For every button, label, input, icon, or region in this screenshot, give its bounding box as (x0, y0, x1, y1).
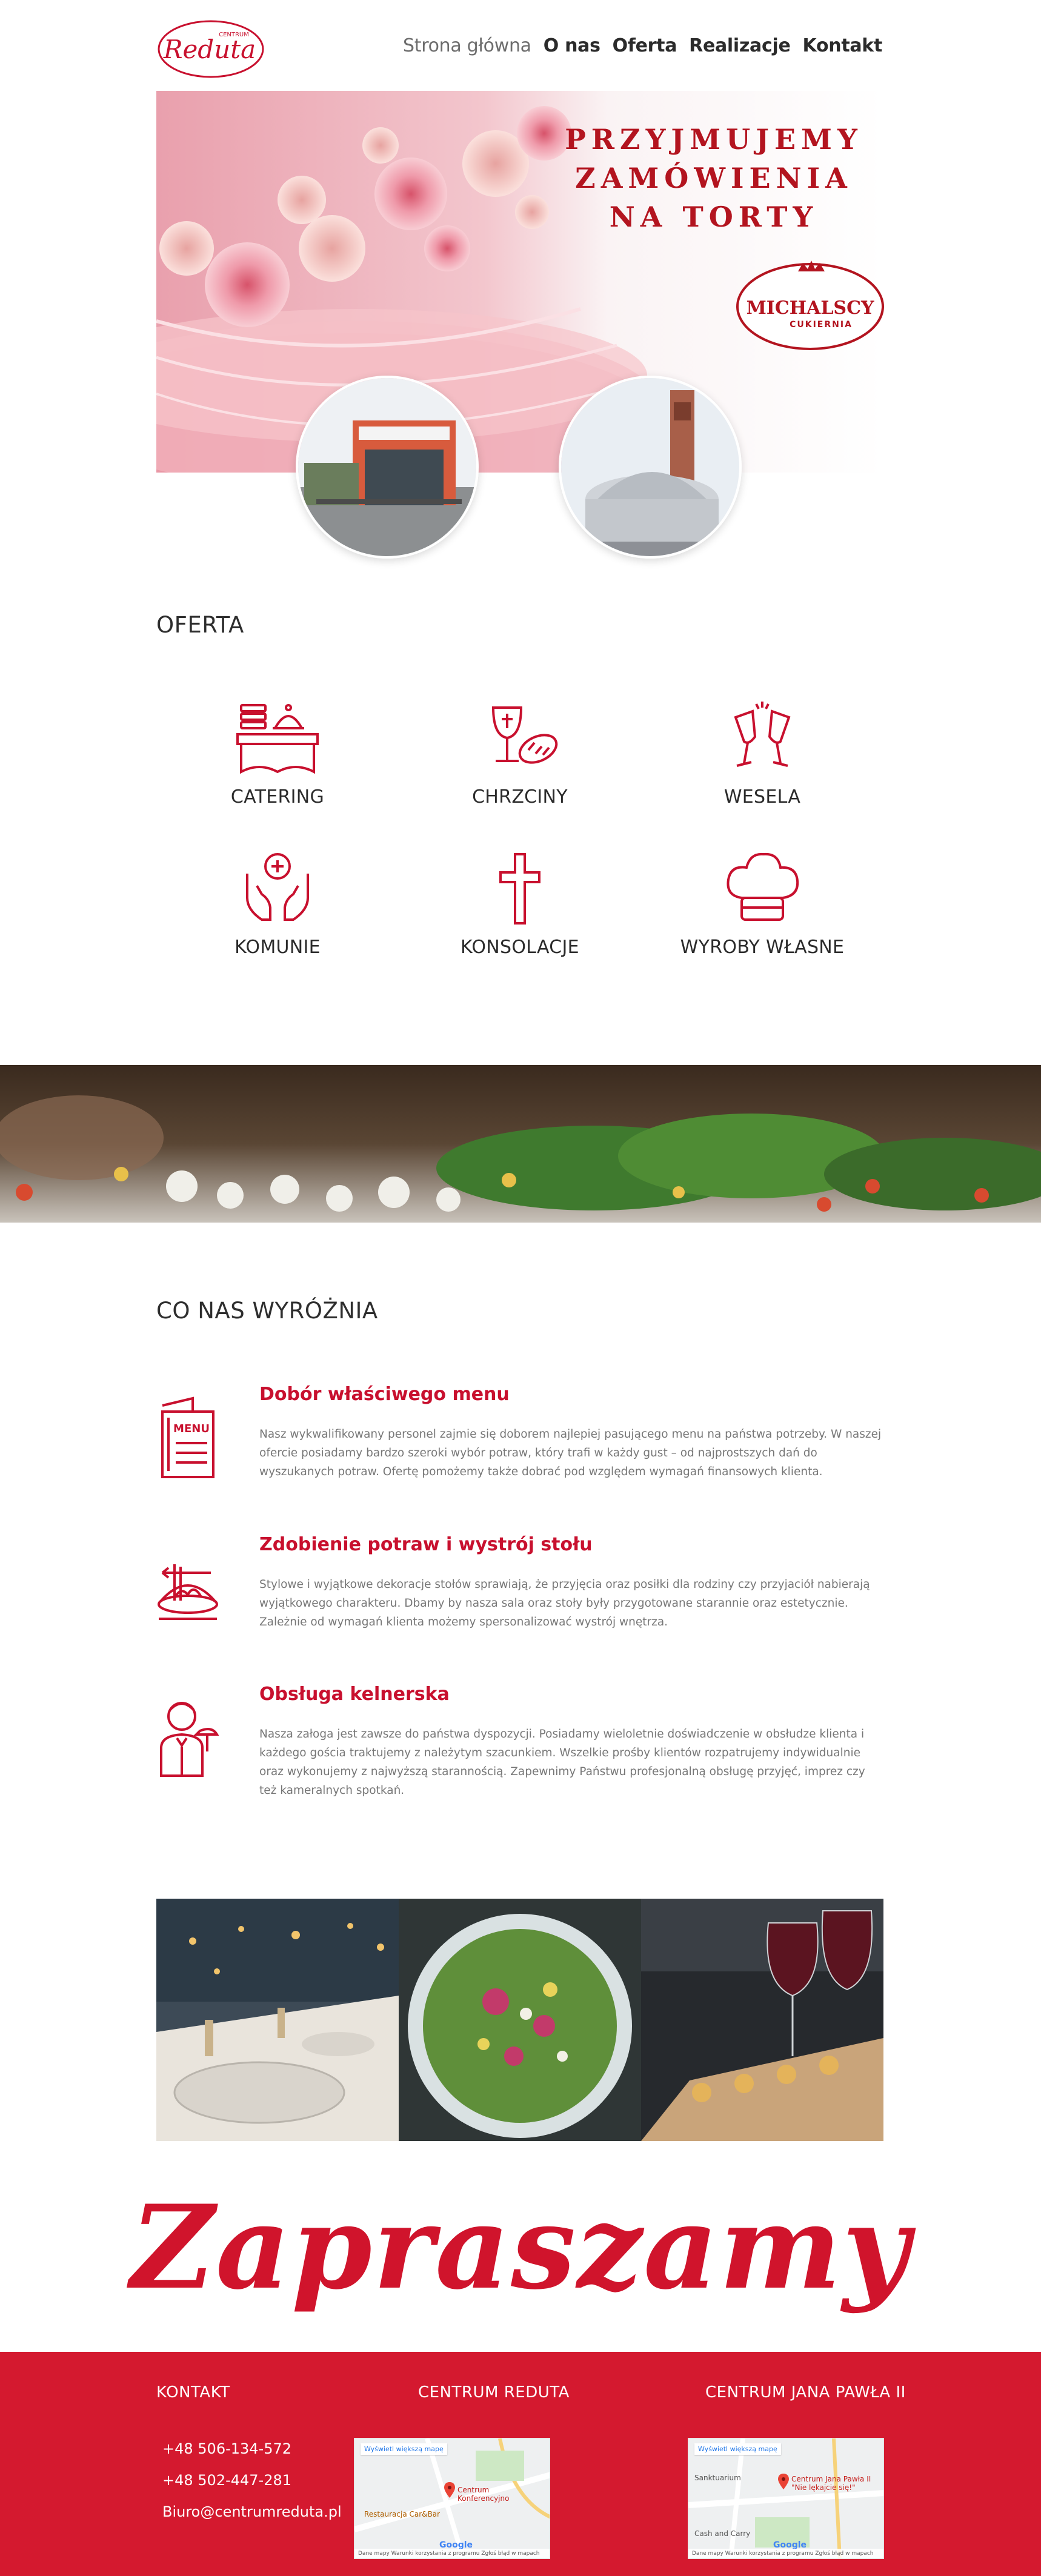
menu-card-icon: MENU (161, 1396, 215, 1478)
offer-label-wesela: WESELA (723, 786, 801, 808)
gallery-photo-table[interactable] (156, 1899, 399, 2141)
invite-script-text: Zapraszamy (130, 2180, 911, 2315)
gallery-photo-wine[interactable] (641, 1899, 883, 2141)
hero-line-3: NA TORTY (609, 201, 819, 233)
svg-text:MICHALSCY: MICHALSCY (747, 297, 874, 319)
michalscy-logo: MICHALSCY CUKIERNIA (736, 261, 884, 350)
map-2-place: Centrum Jana Pawła II "Nie lękajcie się!… (791, 2475, 871, 2492)
map-2-shop-label: Cash and Carry (694, 2529, 751, 2538)
hero-line-2: ZAMÓWIENIA (575, 162, 853, 194)
offer-chrzciny[interactable]: CHRZCINY (399, 699, 641, 808)
cross-icon (499, 853, 540, 925)
catering-icon (236, 704, 319, 774)
praying-hands-icon (246, 853, 309, 921)
map-1-footer: Dane mapy Warunki korzystania z programu… (354, 2549, 550, 2558)
map-1-enlarge-link[interactable]: Wyświetl większą mapę (361, 2443, 447, 2455)
offer-konsolacje[interactable]: KONSOLACJE (399, 849, 641, 958)
feature-waiters: Obsługa kelnerska Nasza załoga jest zaws… (156, 1684, 884, 1817)
svg-text:CUKIERNIA: CUKIERNIA (790, 320, 853, 330)
nav-home[interactable]: Strona główna (403, 35, 531, 56)
svg-text:Reduta: Reduta (163, 35, 256, 64)
food-banner-image (0, 1065, 1041, 1223)
offer-label-komunie: KOMUNIE (234, 937, 321, 958)
features-heading: CO NAS WYRÓŻNIA (156, 1298, 378, 1324)
plate-fork-icon (158, 1564, 218, 1620)
feature-title-decor: Zdobienie potraw i wystrój stołu (259, 1534, 593, 1555)
feature-text-decor: Stylowe i wyjątkowe dekoracje stołów spr… (259, 1578, 870, 1628)
main-nav: Strona główna O nas Oferta Realizacje Ko… (403, 35, 882, 56)
footer-phone-2[interactable]: +48 502-447-281 (162, 2472, 291, 2489)
offer-label-konsolacje: KONSOLACJE (461, 937, 579, 958)
feature-title-menu: Dobór właściwego menu (259, 1384, 510, 1405)
church-photo (559, 376, 742, 559)
nav-realizations[interactable]: Realizacje (689, 35, 791, 56)
footer-jp2-title: CENTRUM JANA PAWŁA II (705, 2383, 906, 2402)
footer-phone-1[interactable]: +48 506-134-572 (162, 2440, 291, 2457)
chef-hat-icon (727, 852, 799, 921)
offer-catering[interactable]: CATERING (156, 699, 399, 808)
footer-contact-title: KONTAKT (156, 2383, 230, 2402)
map-centrum-reduta[interactable]: Wyświetl większą mapę Centrum Konferency… (354, 2438, 550, 2559)
waiter-icon (160, 1702, 219, 1777)
feature-decor: Zdobienie potraw i wystrój stołu Stylowe… (156, 1534, 884, 1655)
footer-email[interactable]: Biuro@centrumreduta.pl (162, 2503, 342, 2520)
offer-wyroby[interactable]: WYROBY WŁASNE (641, 849, 883, 958)
feature-text-waiters: Nasza załoga jest zawsze do państwa dysp… (259, 1728, 865, 1797)
map-2-footer: Dane mapy Warunki korzystania z programu… (688, 2549, 883, 2558)
feature-menu: MENU Dobór właściwego menu Nasz wykwalif… (156, 1384, 884, 1505)
map-pin-icon (444, 2482, 455, 2498)
chalice-bread-icon (491, 706, 558, 764)
offer-label-catering: CATERING (230, 786, 325, 808)
map-2-side-label: Sanktuarium (694, 2474, 741, 2482)
feature-title-waiters: Obsługa kelnerska (259, 1684, 450, 1705)
reduta-logo[interactable]: CENTRUM Reduta (156, 18, 265, 80)
feature-text-menu: Nasz wykwalifikowany personel zajmie się… (259, 1428, 882, 1478)
site-header: CENTRUM Reduta Strona główna O nas Ofert… (0, 0, 1041, 91)
offer-komunie[interactable]: KOMUNIE (156, 849, 399, 958)
champagne-glasses-icon (734, 702, 791, 767)
nav-about[interactable]: O nas (544, 35, 600, 56)
map-1-side-label: Restauracja Car&Bar (364, 2510, 441, 2518)
reduta-building-photo (296, 376, 479, 559)
map-jan-pawel[interactable]: Wyświetl większą mapę Centrum Jana Pawła… (688, 2438, 884, 2559)
nav-contact[interactable]: Kontakt (803, 35, 883, 56)
gallery-strip (156, 1899, 884, 2141)
map-2-enlarge-link[interactable]: Wyświetl większą mapę (694, 2443, 781, 2455)
gallery-photo-salad[interactable] (399, 1899, 641, 2141)
site-footer: KONTAKT CENTRUM REDUTA CENTRUM JANA PAWŁ… (0, 2352, 1041, 2576)
offer-wesela[interactable]: WESELA (641, 699, 883, 808)
hero-banner: PRZYJMUJEMY ZAMÓWIENIA NA TORTY MICHALSC… (156, 91, 884, 473)
svg-text:MENU: MENU (173, 1422, 210, 1435)
offer-heading: OFERTA (156, 612, 244, 638)
map-pin-icon (778, 2474, 789, 2489)
hero-line-1: PRZYJMUJEMY (565, 123, 863, 156)
map-1-place: Centrum Konferencyjno (457, 2486, 510, 2503)
footer-reduta-title: CENTRUM REDUTA (418, 2383, 570, 2402)
offer-label-chrzciny: CHRZCINY (472, 786, 568, 808)
nav-offer[interactable]: Oferta (613, 35, 677, 56)
offer-label-wyroby: WYROBY WŁASNE (680, 937, 845, 958)
hero-headline: PRZYJMUJEMY ZAMÓWIENIA NA TORTY (550, 120, 877, 236)
